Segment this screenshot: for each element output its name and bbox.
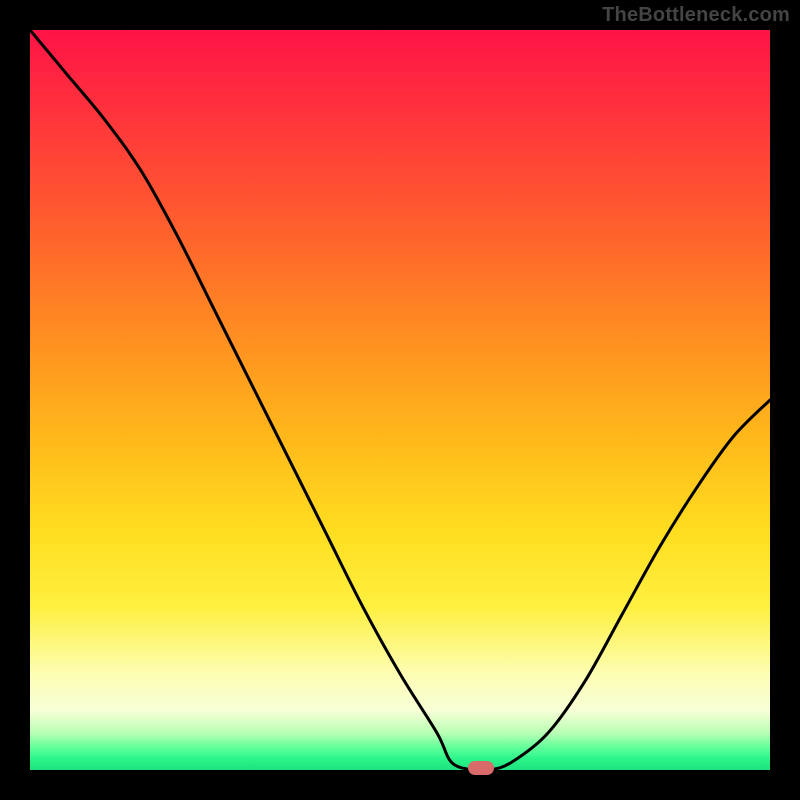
bottleneck-curve: [30, 30, 770, 770]
curve-path: [30, 30, 770, 770]
plot-area: [30, 30, 770, 770]
chart-frame: TheBottleneck.com: [0, 0, 800, 800]
watermark-text: TheBottleneck.com: [602, 4, 790, 27]
optimum-marker: [468, 761, 494, 775]
